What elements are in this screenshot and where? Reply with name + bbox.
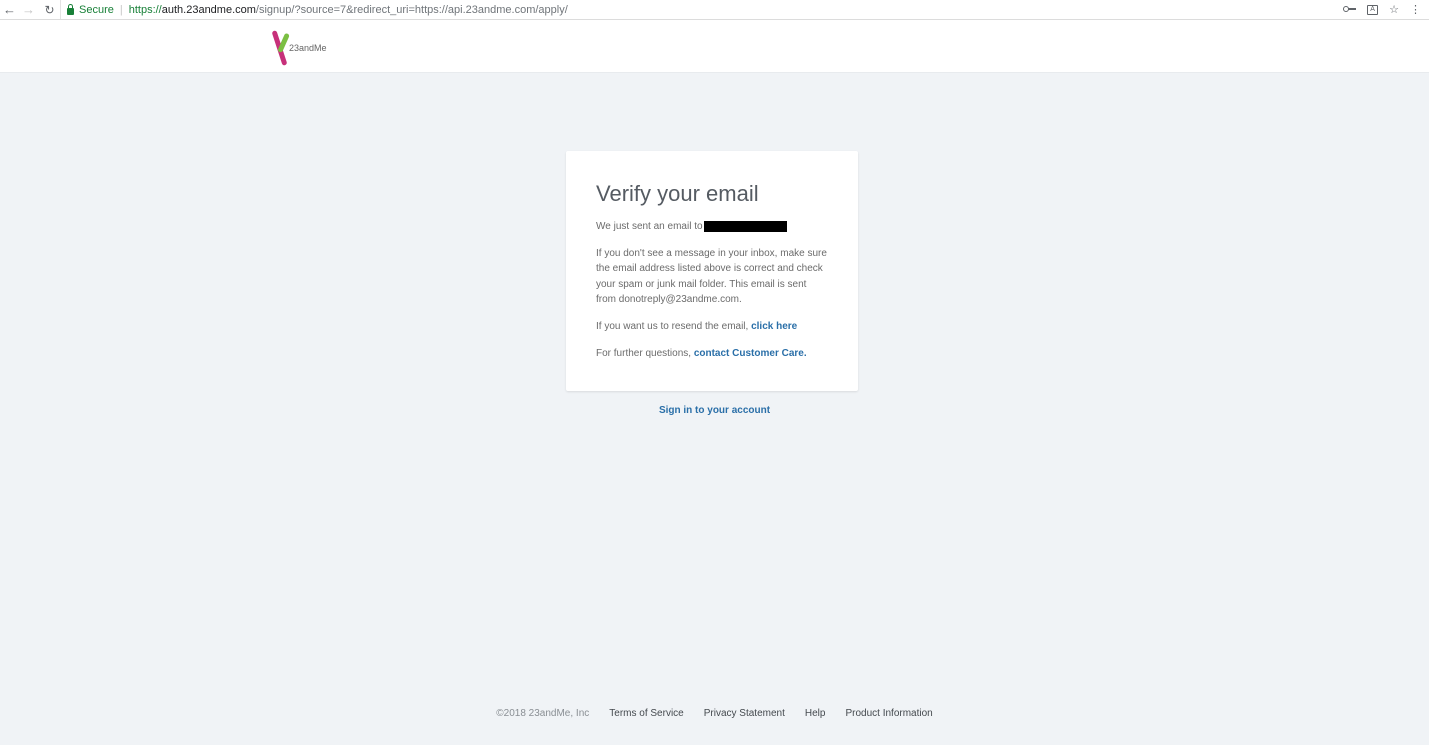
questions-line: For further questions, contact Customer … [596, 346, 828, 362]
questions-suffix: . [803, 347, 807, 359]
contact-customer-care-link[interactable]: contact Customer Care [694, 348, 804, 359]
sent-notice-text: We just sent an email to [596, 221, 703, 232]
copyright: ©2018 23andMe, Inc [496, 708, 590, 719]
logo[interactable]: 23andMe [271, 28, 342, 68]
footer-link-help[interactable]: Help [805, 708, 826, 719]
lock-icon [67, 3, 74, 15]
url-path: /signup/?source=7&redirect_uri=https://a… [255, 3, 568, 16]
forward-arrow-icon[interactable]: → [21, 1, 36, 19]
browser-actions: A ☆ ⋮ [1343, 0, 1421, 19]
signin-row: Sign in to your account [0, 405, 1429, 416]
sign-in-link[interactable]: Sign in to your account [659, 405, 770, 416]
footer: ©2018 23andMe, Inc Terms of Service Priv… [0, 708, 1429, 719]
site-header: 23andMe [0, 20, 1429, 73]
sent-notice: We just sent an email to [596, 219, 828, 235]
footer-link-privacy[interactable]: Privacy Statement [704, 708, 785, 719]
browser-toolbar: ← → ↻ Secure | https://auth.23andme.com /… [0, 0, 1429, 20]
questions-prefix: For further questions, [596, 347, 694, 359]
logo-text: 23andMe [289, 43, 327, 53]
key-icon[interactable] [1343, 6, 1357, 13]
url-host: auth.23andme.com [161, 3, 256, 16]
address-bar[interactable]: Secure | https://auth.23andme.com/signup… [60, 0, 1340, 19]
url-scheme: https:// [128, 3, 162, 16]
reload-icon[interactable]: ↻ [42, 1, 57, 19]
back-arrow-icon[interactable]: ← [2, 1, 17, 19]
star-icon[interactable]: ☆ [1389, 3, 1399, 16]
page-title: Verify your email [596, 181, 759, 206]
footer-link-terms[interactable]: Terms of Service [609, 708, 683, 719]
redacted-email [703, 221, 787, 233]
footer-link-product-info[interactable]: Product Information [845, 708, 932, 719]
resend-prefix: If you want us to resend the email, [596, 320, 752, 332]
address-separator: | [119, 3, 123, 16]
translate-icon[interactable]: A [1367, 4, 1379, 15]
menu-dots-icon[interactable]: ⋮ [1410, 3, 1421, 16]
resend-link[interactable]: click here [751, 321, 797, 332]
verify-email-card: Verify your email We just sent an email … [566, 151, 858, 391]
resend-line: If you want us to resend the email, clic… [596, 319, 828, 335]
inbox-help-text: If you don't see a message in your inbox… [596, 247, 827, 306]
logo-mark-icon [271, 28, 290, 68]
secure-label: Secure [79, 3, 114, 16]
